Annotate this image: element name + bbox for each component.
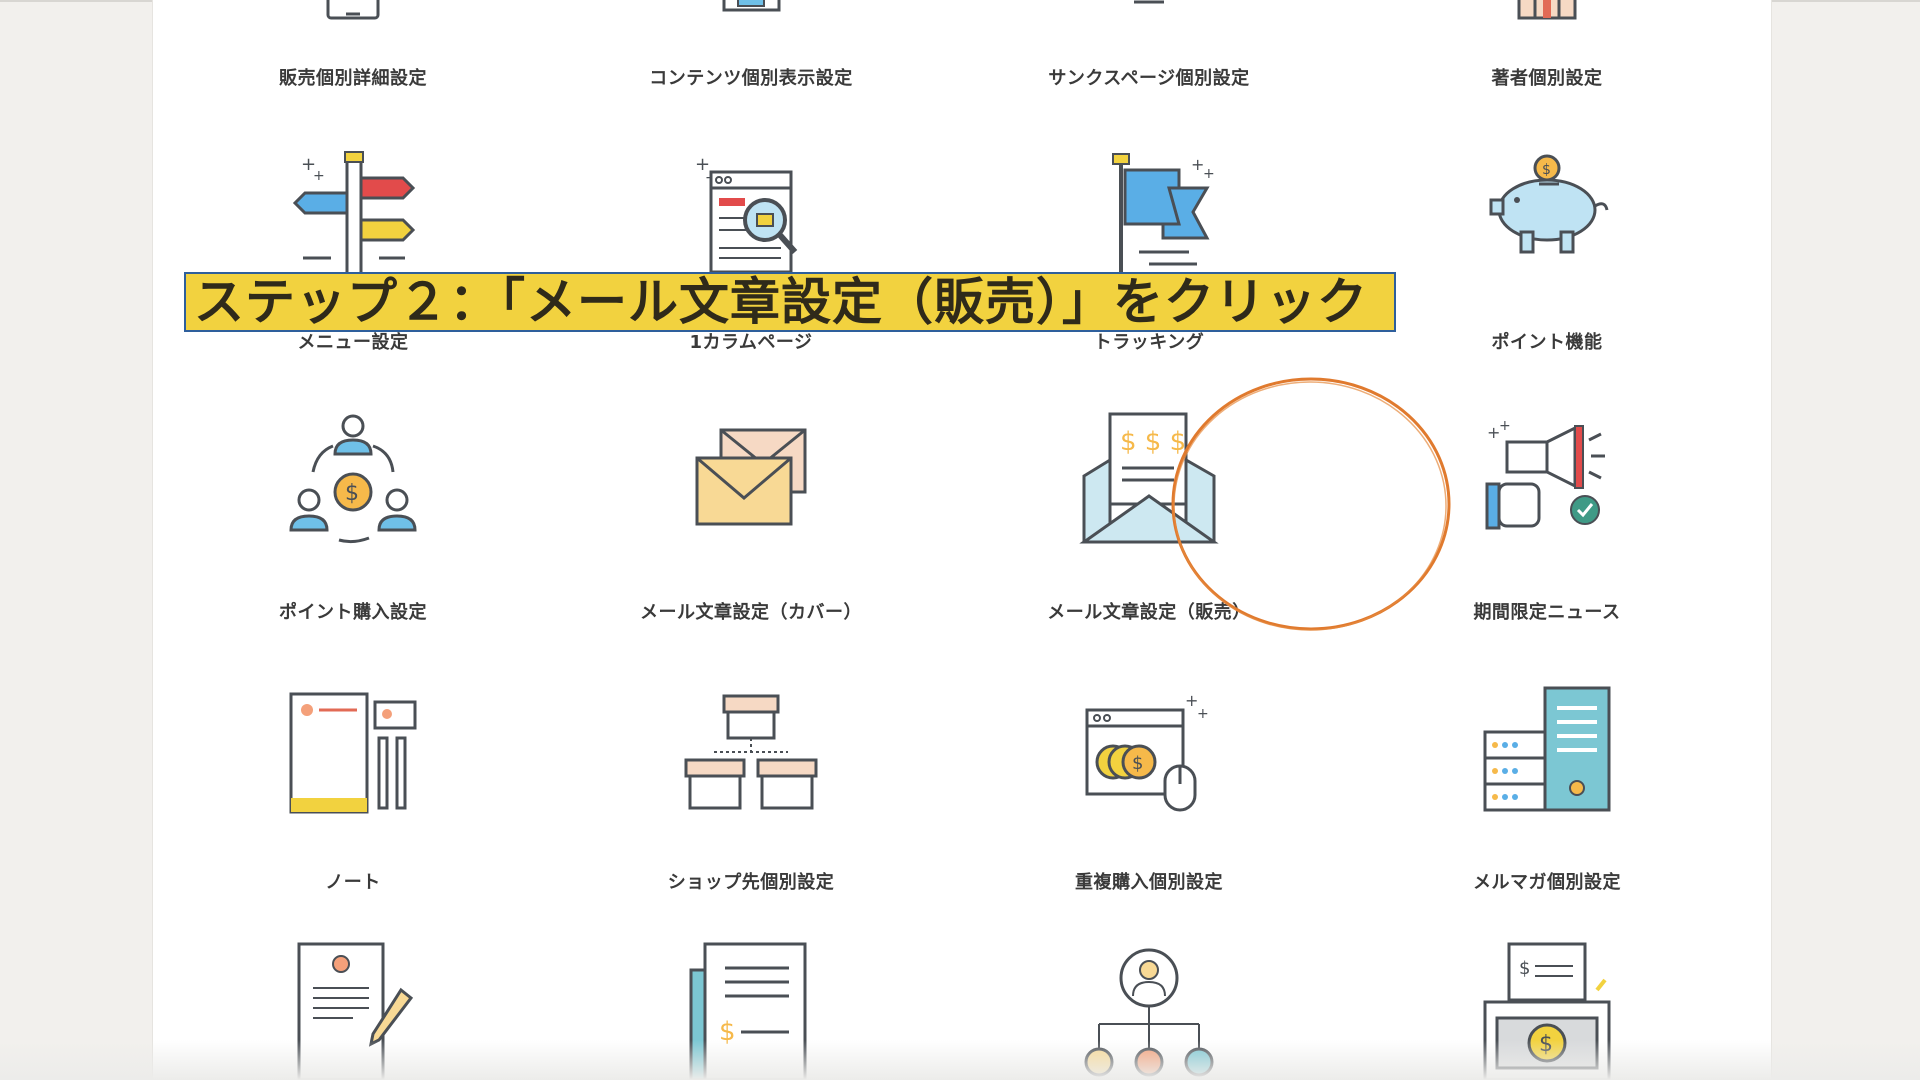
tile-label: ポイント機能 bbox=[1491, 332, 1603, 353]
tile-thanks-page-settings[interactable]: サンクスページ個別設定 bbox=[949, 0, 1349, 90]
tile-duplicate-purchase-settings[interactable]: $ + + 重複購入個別設定 bbox=[949, 680, 1349, 900]
author-icon bbox=[1347, 0, 1747, 22]
svg-text:$: $ bbox=[1519, 958, 1530, 979]
people-exchange-icon: $ bbox=[153, 410, 553, 550]
tile-label: ポイント購入設定 bbox=[279, 602, 427, 623]
tile-note[interactable]: ノート bbox=[153, 680, 553, 900]
server-icon bbox=[1347, 684, 1747, 818]
svg-text:$: $ bbox=[345, 481, 359, 506]
signpost-icon: + + bbox=[153, 148, 553, 278]
coin-browser-icon: $ + + bbox=[949, 688, 1349, 818]
tile-shop-settings[interactable]: ショップ先個別設定 bbox=[551, 680, 951, 900]
highlight-circle bbox=[1171, 377, 1451, 631]
page-icon bbox=[949, 0, 1349, 22]
tile-label: 著者個別設定 bbox=[1491, 68, 1603, 89]
svg-text:$: $ bbox=[1542, 162, 1551, 178]
svg-text:$: $ bbox=[1132, 753, 1143, 774]
tile-label: ショップ先個別設定 bbox=[667, 872, 835, 893]
tile-label: 販売個別詳細設定 bbox=[279, 68, 427, 89]
tile-label: コンテンツ個別表示設定 bbox=[649, 68, 853, 89]
tile-point-function[interactable]: $ ポイント機能 bbox=[1347, 140, 1747, 360]
tile-point-purchase-settings[interactable]: $ ポイント購入設定 bbox=[153, 410, 553, 630]
tile-label: サンクスページ個別設定 bbox=[1048, 68, 1250, 89]
tablet-icon bbox=[153, 0, 553, 22]
tile-label: ノート bbox=[325, 872, 381, 893]
tile-sales-detail-settings[interactable]: 販売個別詳細設定 bbox=[153, 0, 553, 90]
tile-mail-magazine-settings[interactable]: メルマガ個別設定 bbox=[1347, 680, 1747, 900]
store-network-icon bbox=[551, 688, 951, 818]
tile-content-display-settings[interactable]: コンテンツ個別表示設定 bbox=[551, 0, 951, 90]
content-window-icon bbox=[551, 0, 951, 22]
step-instruction-banner: ステップ２：「メール文章設定（販売）」をクリック bbox=[184, 272, 1396, 332]
tile-mail-text-cover[interactable]: メール文章設定（カバー） bbox=[551, 410, 951, 630]
svg-text:+: + bbox=[1203, 166, 1215, 182]
tile-label: 重複購入個別設定 bbox=[1075, 872, 1223, 893]
tile-label: メルマガ個別設定 bbox=[1473, 872, 1621, 893]
envelopes-icon bbox=[551, 424, 951, 534]
bottom-edge bbox=[0, 1040, 1920, 1080]
flag-icon: + + bbox=[949, 148, 1349, 278]
svg-text:+: + bbox=[1197, 706, 1209, 722]
tile-author-settings[interactable]: 著者個別設定 bbox=[1347, 0, 1747, 90]
svg-text:+: + bbox=[313, 168, 325, 184]
piggy-bank-icon: $ bbox=[1347, 148, 1747, 278]
svg-text:+: + bbox=[1499, 418, 1511, 434]
settings-grid-panel: 販売個別詳細設定 コンテンツ個別表示設定 サンクスページ個別設定 著者個別設定 … bbox=[152, 0, 1772, 1080]
tile-label: メール文章設定（カバー） bbox=[640, 602, 862, 623]
stationery-icon bbox=[153, 688, 553, 818]
search-page-icon: + + bbox=[551, 148, 951, 278]
